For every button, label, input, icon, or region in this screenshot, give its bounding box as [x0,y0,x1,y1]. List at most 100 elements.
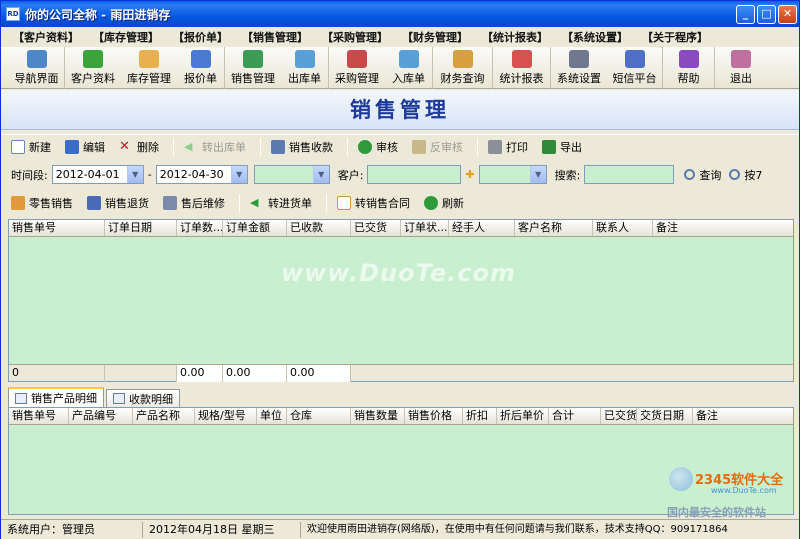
close-button[interactable]: ✕ [778,5,797,24]
maximize-button[interactable]: □ [757,5,776,24]
toolbar-sales-button[interactable]: 销售管理 [225,47,281,89]
retail-icon [11,195,25,210]
column-header[interactable]: 已交货 [351,220,401,236]
menu-settings[interactable]: 【系统设置】 [562,29,628,45]
column-header[interactable]: 客户名称 [515,220,593,236]
column-header[interactable]: 销售价格 [405,408,463,424]
toolbar-label: 销售管理 [231,72,275,85]
print-button[interactable]: 打印 [488,139,528,155]
column-header[interactable]: 销售数量 [351,408,405,424]
return-button[interactable]: 销售退货 [87,195,149,211]
to-outbound-button[interactable]: ◀ 转出库单 [184,139,246,155]
toolbar-inventory-button[interactable]: 库存管理 [121,47,177,89]
edit-icon [65,140,79,154]
menu-reports[interactable]: 【统计报表】 [482,29,548,45]
toolbar-label: 库存管理 [127,72,171,85]
unapprove-button[interactable]: 反审核 [412,139,463,155]
printer-icon [488,140,502,154]
refresh-button[interactable]: 刷新 [424,195,464,211]
column-header[interactable]: 仓库 [287,408,351,424]
column-header[interactable]: 折扣 [463,408,497,424]
to-contract-button[interactable]: 转销售合同 [337,195,410,211]
column-header[interactable]: 备注 [653,220,793,236]
toolbar-inbound-button[interactable]: 入库单 [385,47,433,89]
toolbar-report-button[interactable]: 统计报表 [493,47,551,89]
date-to-picker[interactable]: 2012-04-30 ▼ [155,165,248,184]
menu-sales[interactable]: 【销售管理】 [242,29,308,45]
column-header[interactable]: 销售单号 [9,220,105,236]
column-header[interactable]: 交货日期 [637,408,693,424]
query-button[interactable]: 查询 [684,167,721,183]
footer-total: 0.00 [177,365,223,382]
date-from-picker[interactable]: 2012-04-01 ▼ [51,165,144,184]
toolbar-purchase-button[interactable]: 采购管理 [329,47,385,89]
menu-customers[interactable]: 【客户资料】 [13,29,79,45]
toolbar-label: 系统设置 [557,72,601,85]
status-select[interactable]: ▼ [253,165,330,184]
column-header[interactable]: 订单数... [177,220,223,236]
grid-icon [113,393,125,404]
column-header[interactable]: 已交货 [601,408,637,424]
chevron-down-icon[interactable]: ▼ [529,166,546,183]
export-button[interactable]: 导出 [542,139,582,155]
column-header[interactable]: 合计 [549,408,601,424]
main-toolbar: 导航界面 客户资料 库存管理 报价单 销售管理 出库单 采购管理 入库单 财务查… [1,47,799,89]
toolbar-quote-button[interactable]: 报价单 [177,47,225,89]
toolbar-label: 财务查询 [440,72,485,85]
title-bar[interactable]: RD 你的公司全称 - 雨田进销存 _ □ ✕ [1,1,799,27]
sales-orders-grid[interactable]: 销售单号 订单日期 订单数... 订单金额 已收款 已交货 订单状... 经手人… [8,219,794,382]
toolbar-help-button[interactable]: 帮助 [663,47,715,89]
column-header[interactable]: 产品名称 [133,408,195,424]
toolbar-navigation-button[interactable]: 导航界面 [9,47,65,89]
column-header[interactable]: 经手人 [449,220,515,236]
toolbar-sms-button[interactable]: 短信平台 [607,47,663,89]
column-header[interactable]: 折后单价 [497,408,549,424]
minimize-button[interactable]: _ [736,5,755,24]
column-header[interactable]: 规格/型号 [195,408,257,424]
column-header[interactable]: 销售单号 [9,408,69,424]
delete-button[interactable]: ✕ 删除 [119,139,159,155]
column-header[interactable]: 单位 [257,408,287,424]
app-icon: RD [6,7,20,21]
column-header[interactable]: 订单状... [401,220,449,236]
menu-finance[interactable]: 【财务管理】 [402,29,468,45]
menu-about[interactable]: 【关于程序】 [642,29,708,45]
query2-button[interactable]: 按7 [729,167,762,183]
column-header[interactable]: 联系人 [593,220,653,236]
tab-payments[interactable]: 收款明细 [106,389,180,407]
new-button[interactable]: 新建 [11,139,51,155]
toolbar-finance-button[interactable]: 财务查询 [433,47,493,89]
search-input[interactable] [584,165,675,184]
toolbar-customers-button[interactable]: 客户资料 [65,47,121,89]
collect-button[interactable]: 销售收款 [271,139,333,155]
toolbar-exit-button[interactable]: 退出 [715,47,767,89]
grid-header: 销售单号 订单日期 订单数... 订单金额 已收款 已交货 订单状... 经手人… [9,220,793,237]
edit-button[interactable]: 编辑 [65,139,105,155]
menu-inventory[interactable]: 【库存管理】 [93,29,159,45]
menu-purchase[interactable]: 【采购管理】 [322,29,388,45]
excel-icon [542,140,556,154]
after-sales-button[interactable]: 售后维修 [163,195,225,211]
retail-button[interactable]: 零售销售 [11,195,73,211]
tab-sales-products[interactable]: 销售产品明细 [8,387,104,407]
chevron-down-icon[interactable]: ▼ [230,166,247,183]
column-header[interactable]: 产品编号 [69,408,133,424]
to-purchase-button[interactable]: ◀ 转进货单 [250,195,312,211]
chevron-down-icon[interactable]: ▼ [312,166,329,183]
divider [326,193,327,212]
column-header[interactable]: 备注 [693,408,793,424]
menu-quotes[interactable]: 【报价单】 [173,29,228,45]
customer-input[interactable] [367,165,462,184]
add-customer-icon[interactable]: ✚ [465,168,474,181]
toolbar-settings-button[interactable]: 系统设置 [551,47,607,89]
column-header[interactable]: 订单日期 [105,220,177,236]
column-header[interactable]: 订单金额 [223,220,287,236]
search-field-select[interactable]: ▼ [478,165,547,184]
column-header[interactable]: 已收款 [287,220,351,236]
toolbar-label: 报价单 [184,72,217,85]
site-logo: 2345软件大全 www.DuoTe.com [669,463,799,503]
approve-button[interactable]: 审核 [358,139,398,155]
toolbar-outbound-button[interactable]: 出库单 [281,47,329,89]
chevron-down-icon[interactable]: ▼ [126,166,143,183]
tab-label: 销售产品明细 [31,392,97,405]
